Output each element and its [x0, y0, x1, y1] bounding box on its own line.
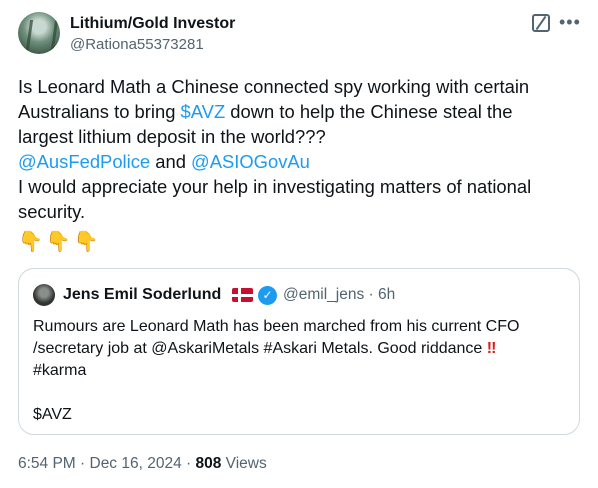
more-options-icon[interactable]: •••	[559, 13, 581, 31]
grok-icon[interactable]	[532, 14, 550, 32]
verified-badge-icon: ✓	[258, 286, 277, 305]
quote-author-handle[interactable]: @emil_jens · 6h	[283, 286, 395, 304]
tweet-line: Is Leonard Math a Chinese connected spy …	[18, 76, 530, 97]
author-name[interactable]: Lithium/Gold Investor	[70, 15, 235, 33]
quote-line: $AVZ	[33, 406, 72, 423]
quote-line: Rumours are Leonard Math has been marche…	[33, 318, 520, 335]
tweet-meta: 6:54 PM · Dec 16, 2024 · 808 Views	[18, 455, 267, 473]
tweet-line: largest lithium deposit in the world???	[18, 126, 326, 147]
views-label: Views	[221, 455, 267, 472]
quote-text-fragment: /secretary job at @AskariMetals #Askari …	[33, 340, 487, 357]
tweet-line: @AusFedPolice and @ASIOGovAu	[18, 149, 584, 174]
tweet-line: Australians to bring $AVZ down to help t…	[18, 99, 584, 124]
mention-link[interactable]: @AusFedPolice	[18, 151, 150, 172]
avatar[interactable]	[18, 12, 60, 54]
mention-link[interactable]: @ASIOGovAu	[191, 151, 310, 172]
tweet-text-fragment: down to help the Chinese steal the	[225, 101, 513, 122]
pointing-down-emoji: 👇	[73, 231, 99, 253]
author-handle[interactable]: @Rationa55373281	[70, 36, 204, 53]
emoji-row: 👇 👇 👇	[18, 229, 102, 253]
denmark-flag-icon	[232, 288, 253, 302]
tweet-text-fragment: Australians to bring	[18, 101, 181, 122]
double-exclamation-emoji: ‼	[486, 340, 497, 357]
quoted-tweet[interactable]: Jens Emil Soderlund ✓ @emil_jens · 6h Ru…	[18, 268, 580, 435]
quote-blank-line	[33, 382, 573, 404]
quote-line: /secretary job at @AskariMetals #Askari …	[33, 338, 573, 360]
quote-author-name[interactable]: Jens Emil Soderlund	[63, 286, 221, 304]
quote-avatar[interactable]	[33, 284, 55, 306]
views-count: 808	[195, 455, 222, 472]
quote-line: #karma	[33, 362, 87, 379]
quote-text: Rumours are Leonard Math has been marche…	[33, 316, 573, 426]
tweet-header: Lithium/Gold Investor @Rationa55373281 •…	[18, 12, 580, 60]
cashtag-link[interactable]: $AVZ	[181, 101, 226, 122]
tweet-line: I would appreciate your help in investig…	[18, 176, 532, 197]
pointing-down-emoji: 👇	[45, 231, 71, 253]
pointing-down-emoji: 👇	[18, 231, 43, 253]
timestamp[interactable]: 6:54 PM · Dec 16, 2024 ·	[18, 455, 195, 472]
tweet-text-fragment: and	[150, 151, 192, 172]
tweet-line: security.	[18, 201, 86, 222]
tweet-text: Is Leonard Math a Chinese connected spy …	[18, 74, 584, 224]
